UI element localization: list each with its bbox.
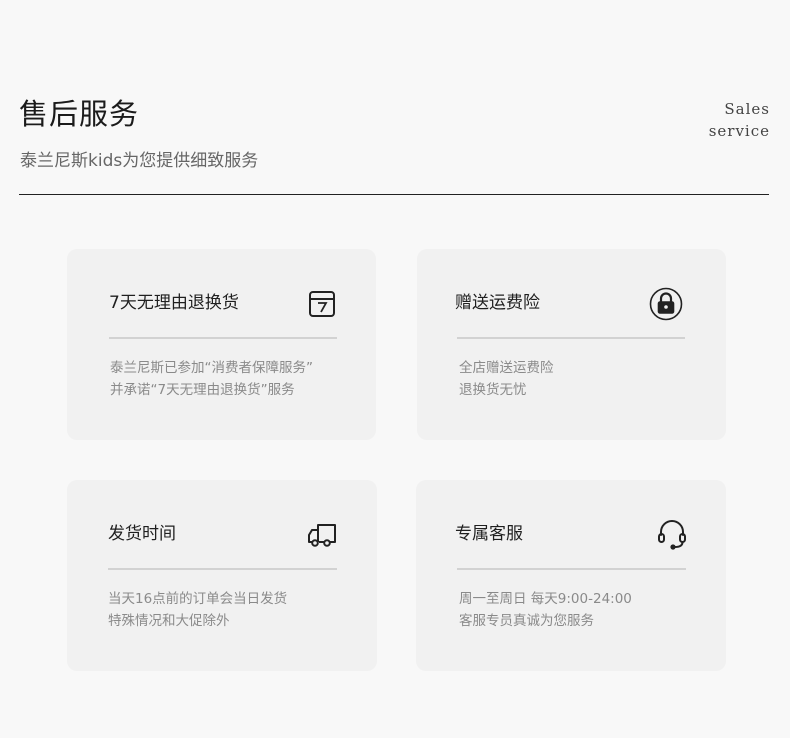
- card-description-line: 周一至周日 每天9:00-24:00: [459, 591, 632, 607]
- card-title: 赠送运费险: [455, 293, 540, 313]
- card-description-line: 特殊情况和大促除外: [108, 613, 230, 629]
- card-description-line: 泰兰尼斯已参加“消费者保障服务”: [110, 360, 313, 376]
- card-description: 当天16点前的订单会当日发货 特殊情况和大促除外: [108, 588, 287, 632]
- card-description-line: 并承诺“7天无理由退换货”服务: [110, 382, 295, 398]
- lock-icon: [649, 287, 683, 321]
- card-title: 7天无理由退换货: [109, 293, 239, 313]
- card-description-line: 全店赠送运费险: [459, 360, 554, 376]
- card-divider: [109, 337, 337, 339]
- card-title: 发货时间: [108, 524, 176, 544]
- english-heading: Sales service: [650, 98, 770, 142]
- card-description-line: 退换货无忧: [459, 382, 527, 398]
- card-freight-insurance: 赠送运费险 全店赠送运费险 退换货无忧: [417, 249, 726, 440]
- card-description: 泰兰尼斯已参加“消费者保障服务” 并承诺“7天无理由退换货”服务: [110, 357, 313, 401]
- card-divider: [457, 568, 686, 570]
- card-description: 周一至周日 每天9:00-24:00 客服专员真诚为您服务: [459, 588, 632, 632]
- english-heading-line2: service: [708, 122, 770, 140]
- card-divider: [457, 337, 685, 339]
- card-description-line: 客服专员真诚为您服务: [459, 613, 594, 629]
- delivery-truck-icon: [307, 521, 337, 549]
- header-divider: [19, 194, 769, 195]
- card-divider: [108, 568, 337, 570]
- card-seven-day-return: 7天无理由退换货 泰兰尼斯已参加“消费者保障服务” 并承诺“7天无理由退换货”服…: [67, 249, 376, 440]
- card-customer-service: 专属客服 周一至周日 每天9:00-24:00 客服专员真诚为您服务: [416, 480, 726, 671]
- english-heading-line1: Sales: [724, 100, 770, 118]
- page-subtitle: 泰兰尼斯kids为您提供细致服务: [20, 151, 259, 171]
- card-description: 全店赠送运费险 退换货无忧: [459, 357, 554, 401]
- card-title: 专属客服: [455, 524, 523, 544]
- card-description-line: 当天16点前的订单会当日发货: [108, 591, 288, 607]
- card-shipping-time: 发货时间 当天16点前的订单会当日发货 特殊情况和大促除外: [67, 480, 377, 671]
- calendar-seven-icon: [307, 289, 337, 319]
- headset-icon: [656, 519, 688, 551]
- page-title: 售后服务: [19, 97, 140, 131]
